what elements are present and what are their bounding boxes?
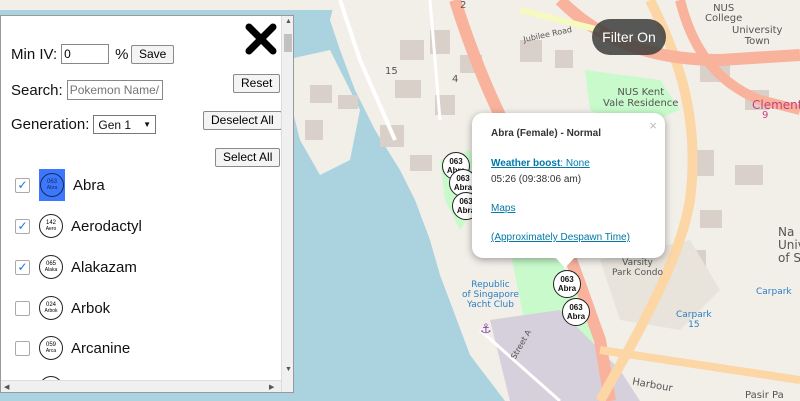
scroll-right-icon[interactable]: ▶ xyxy=(269,383,274,391)
marker-number: 063 xyxy=(569,303,583,312)
chevron-down-icon: ▼ xyxy=(143,120,152,129)
map-label-pasir: Pasir Pa xyxy=(745,390,784,401)
close-icon[interactable] xyxy=(244,22,278,56)
pokemon-name: Alakazam xyxy=(71,258,137,276)
filter-panel: Min IV: % Save Search: Reset Generation:… xyxy=(0,15,294,393)
pokemon-checkbox[interactable] xyxy=(15,300,30,316)
pokemon-name: Arbok xyxy=(71,299,111,317)
popup-time: 05:26 (09:38:06 am) xyxy=(491,174,582,185)
pokemon-icon-label: Arca xyxy=(45,348,57,354)
scroll-left-icon[interactable]: ◀ xyxy=(4,383,9,391)
despawn-time-link[interactable]: (Approximately Despawn Time) xyxy=(491,232,630,243)
map-label-road-15: 15 xyxy=(385,66,398,77)
map-label-nus-kent-vale: NUS Kent Vale Residence xyxy=(603,87,679,109)
map-label-yacht-club: Republic of Singapore Yacht Club xyxy=(462,280,519,310)
scroll-thumb[interactable] xyxy=(284,34,292,52)
pokemon-icon-label: Arbok xyxy=(44,308,58,314)
generation-row: Generation: Gen 1 ▼ xyxy=(11,115,157,134)
select-all-button[interactable]: Select All xyxy=(215,148,281,167)
min-iv-label: Min IV: xyxy=(11,45,58,63)
anchor-icon: ⚓ xyxy=(480,322,492,337)
generation-label: Generation: xyxy=(11,116,90,133)
pokemon-name: Abra xyxy=(73,176,105,194)
pokemon-checkbox[interactable] xyxy=(15,340,30,356)
marker-number: 063 xyxy=(449,157,463,166)
scroll-up-icon[interactable]: ▲ xyxy=(285,18,292,25)
pokemon-list-item[interactable]: 024 Arbok Arbok xyxy=(15,294,110,322)
marker-name: Abra xyxy=(557,284,577,293)
map-label-national-university: Na Univ of Si xyxy=(778,225,800,265)
map-label-nus-college: NUS College xyxy=(705,3,743,24)
pokemon-list-item[interactable]: 059 Arca Arcanine xyxy=(15,334,130,362)
marker-number: 063 xyxy=(459,197,473,206)
filter-panel-content: Min IV: % Save Search: Reset Generation:… xyxy=(1,16,281,380)
scroll-down-icon[interactable]: ▼ xyxy=(285,366,292,373)
pokemon-checkbox[interactable]: ✓ xyxy=(15,218,30,234)
filter-toggle-button[interactable]: Filter On xyxy=(592,19,666,55)
horizontal-scrollbar[interactable]: ◀ ▶ xyxy=(1,380,281,392)
map-label-road-4: 4 xyxy=(452,74,459,85)
marker-number: 063 xyxy=(560,275,574,284)
marker-number: 063 xyxy=(456,174,470,183)
pokemon-name: Arcanine xyxy=(71,339,131,357)
reset-button[interactable]: Reset xyxy=(233,74,281,93)
popup-close-button[interactable]: × xyxy=(649,118,657,133)
pokemon-checkbox[interactable]: ✓ xyxy=(15,177,30,193)
checkmark-icon: ✓ xyxy=(17,260,28,274)
search-row: Search: xyxy=(11,80,163,100)
arcanine-icon: 059 Arca xyxy=(39,336,63,360)
vertical-scrollbar[interactable]: ▲ ▼ xyxy=(281,16,293,392)
arbok-icon: 024 Arbok xyxy=(39,296,63,320)
popup-tip xyxy=(554,256,576,268)
pokemon-icon-label: Aero xyxy=(45,226,57,232)
pokemon-name: Aerodactyl xyxy=(71,217,142,235)
maps-link[interactable]: Maps xyxy=(491,203,515,214)
checkmark-icon: ✓ xyxy=(17,219,28,233)
save-button[interactable]: Save xyxy=(131,45,175,64)
map-label-varsity-park: Varsity Park Condo xyxy=(612,258,664,278)
min-iv-row: Min IV: % xyxy=(11,44,128,64)
alakazam-icon: 065 Alaka xyxy=(39,255,63,279)
min-iv-input[interactable] xyxy=(61,44,110,64)
checkmark-icon: ✓ xyxy=(17,178,28,192)
pokemon-list-item[interactable]: ✓ 142 Aero Aerodactyl xyxy=(15,212,142,240)
pokemon-list-item[interactable]: ✓ 063 Abra Abra xyxy=(15,169,105,201)
aerodactyl-icon: 142 Aero xyxy=(39,214,63,238)
marker-name: Abra xyxy=(453,183,473,192)
pokemon-marker[interactable]: 063Abra xyxy=(562,298,590,326)
map-label-road-9: 9 xyxy=(762,110,769,121)
map-label-university-town: University Town xyxy=(732,25,783,47)
generation-value: Gen 1 xyxy=(98,117,132,132)
weather-boost-link[interactable]: Weather boost xyxy=(491,158,560,169)
search-label: Search: xyxy=(11,81,63,99)
pokemon-marker[interactable]: 063Abra xyxy=(553,270,581,298)
generation-select[interactable]: Gen 1 ▼ xyxy=(93,115,157,134)
abra-icon: 063 Abra xyxy=(39,169,65,201)
map-label-carpark: Carpark xyxy=(756,287,792,297)
weather-boost-value[interactable]: None xyxy=(566,158,590,169)
marker-name: Abra xyxy=(566,312,586,321)
pokemon-checkbox[interactable]: ✓ xyxy=(15,259,30,275)
deselect-all-button[interactable]: Deselect All xyxy=(203,111,281,130)
map-label-road-2: 2 xyxy=(460,0,467,11)
pokemon-list-item[interactable]: ✓ 065 Alaka Alakazam xyxy=(15,253,137,281)
popup-title: Abra (Female) - Normal xyxy=(491,128,602,139)
map-label-clementi: Clementi xyxy=(752,98,800,112)
pokemon-icon-label: Abra xyxy=(46,185,58,191)
percent-label: % xyxy=(115,45,129,63)
pokemon-icon-label: Alaka xyxy=(44,267,58,273)
pokemon-info-popup: × Abra (Female) - Normal Weather boost: … xyxy=(472,113,665,268)
search-input[interactable] xyxy=(66,80,163,100)
map-label-carpark-15: Carpark 15 xyxy=(676,310,712,330)
weather-boost-line: Weather boost: None xyxy=(491,158,590,169)
